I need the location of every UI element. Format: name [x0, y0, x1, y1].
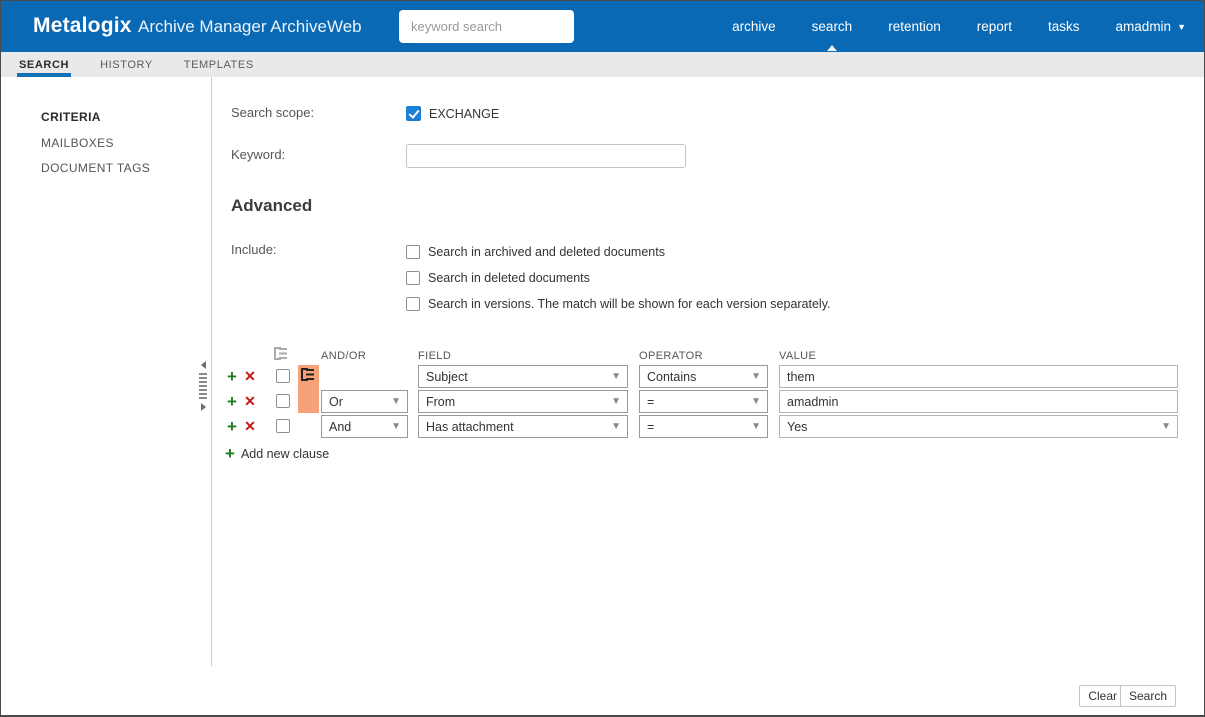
sidebar-item-criteria[interactable]: CRITERIA	[41, 110, 101, 124]
value-input[interactable]	[779, 365, 1178, 388]
chevron-down-icon: ▼	[611, 396, 621, 407]
expand-right-icon	[201, 403, 206, 411]
delete-clause-row-button[interactable]: ✕	[242, 390, 258, 413]
delete-clause-row-button[interactable]: ✕	[242, 415, 258, 438]
chevron-down-icon: ▼	[391, 421, 401, 432]
nav-search[interactable]: search	[812, 1, 852, 52]
nav-user-menu[interactable]: amadmin ▼	[1116, 1, 1186, 52]
operator-select-value: =	[647, 394, 655, 409]
search-scope-label: Search scope:	[231, 105, 315, 120]
include-option-archived-deleted: Search in archived and deleted documents	[406, 245, 665, 259]
andor-select[interactable]: And ▼	[321, 415, 408, 438]
chevron-down-icon: ▼	[391, 396, 401, 407]
tab-search[interactable]: SEARCH	[16, 52, 72, 77]
advanced-title: Advanced	[231, 196, 313, 215]
brand-logo: Metalogix	[33, 14, 132, 37]
search-button[interactable]: Search	[1119, 685, 1176, 707]
keyword-search-input[interactable]	[399, 10, 574, 43]
clear-button[interactable]: Clear	[1079, 685, 1126, 707]
operator-select[interactable]: = ▼	[639, 390, 768, 413]
nav-archive[interactable]: archive	[732, 1, 776, 52]
include-versions-label: Search in versions. The match will be sh…	[428, 297, 831, 311]
include-versions-checkbox[interactable]	[406, 297, 420, 311]
chevron-down-icon: ▼	[751, 396, 761, 407]
chevron-down-icon: ▼	[751, 371, 761, 382]
nav-retention[interactable]: retention	[888, 1, 941, 52]
operator-select[interactable]: = ▼	[639, 415, 768, 438]
exchange-checkbox[interactable]	[406, 106, 421, 121]
andor-select[interactable]: Or ▼	[321, 390, 408, 413]
app-title: Archive Manager ArchiveWeb	[138, 17, 362, 36]
keyword-label: Keyword:	[231, 147, 286, 162]
include-archived-deleted-checkbox[interactable]	[406, 245, 420, 259]
andor-select-value: Or	[329, 394, 343, 409]
include-archived-deleted-label: Search in archived and deleted documents	[428, 245, 665, 259]
andor-select-value: And	[329, 419, 352, 434]
keyword-criteria-input[interactable]	[406, 144, 686, 168]
chevron-down-icon: ▼	[1177, 21, 1186, 32]
add-clause-row-button[interactable]: +	[224, 365, 240, 388]
operator-select-value: Contains	[647, 369, 697, 384]
plus-icon: +	[225, 444, 235, 463]
group-icon	[301, 368, 314, 381]
field-select-value: Has attachment	[426, 419, 514, 434]
exchange-label: EXCHANGE	[429, 106, 500, 121]
add-clause-row-button[interactable]: +	[224, 390, 240, 413]
field-column-header: FIELD	[418, 350, 452, 362]
archiveweb-page: Metalogix Archive Manager ArchiveWeb arc…	[0, 0, 1205, 717]
nav-tasks[interactable]: tasks	[1048, 1, 1080, 52]
value-column-header: VALUE	[779, 350, 817, 362]
operator-column-header: OPERATOR	[639, 350, 703, 362]
clause-row-checkbox[interactable]	[276, 369, 290, 383]
value-select[interactable]: Yes ▼	[779, 415, 1178, 438]
chevron-down-icon: ▼	[1161, 421, 1171, 432]
field-select-value: Subject	[426, 369, 468, 384]
group-header-icon	[274, 347, 287, 360]
add-new-clause-link[interactable]: + Add new clause	[225, 444, 329, 464]
clause-row-checkbox[interactable]	[276, 394, 290, 408]
include-deleted-label: Search in deleted documents	[428, 271, 590, 285]
operator-select[interactable]: Contains ▼	[639, 365, 768, 388]
field-select-value: From	[426, 394, 456, 409]
nav-report[interactable]: report	[977, 1, 1012, 52]
field-select[interactable]: Subject ▼	[418, 365, 628, 388]
chevron-down-icon: ▼	[611, 371, 621, 382]
app-header: Metalogix Archive Manager ArchiveWeb arc…	[1, 1, 1204, 52]
sidebar-item-document-tags[interactable]: DOCUMENT TAGS	[41, 161, 150, 175]
include-option-versions: Search in versions. The match will be sh…	[406, 297, 831, 311]
operator-select-value: =	[647, 419, 655, 434]
add-clause-row-button[interactable]: +	[224, 415, 240, 438]
chevron-down-icon: ▼	[751, 421, 761, 432]
field-select[interactable]: Has attachment ▼	[418, 415, 628, 438]
tab-templates[interactable]: TEMPLATES	[184, 52, 254, 77]
collapse-left-icon	[201, 361, 206, 369]
clause-group-indicator[interactable]	[298, 365, 319, 413]
sidebar-divider	[211, 77, 212, 666]
include-label: Include:	[231, 242, 277, 257]
sidebar-item-mailboxes[interactable]: MAILBOXES	[41, 136, 114, 150]
include-option-deleted: Search in deleted documents	[406, 271, 590, 285]
tab-history[interactable]: HISTORY	[100, 52, 153, 77]
section-tabbar: SEARCH HISTORY TEMPLATES	[1, 52, 1204, 77]
include-deleted-checkbox[interactable]	[406, 271, 420, 285]
value-input[interactable]	[779, 390, 1178, 413]
clause-row-checkbox[interactable]	[276, 419, 290, 433]
andor-column-header: AND/OR	[321, 350, 367, 362]
splitter-grip-icon	[199, 373, 207, 399]
delete-clause-row-button[interactable]: ✕	[242, 365, 258, 388]
top-navigation: archive search retention report tasks am…	[732, 1, 1186, 52]
user-menu-label: amadmin	[1115, 19, 1172, 34]
scope-exchange-option: EXCHANGE	[406, 106, 499, 121]
panel-splitter[interactable]	[198, 359, 208, 415]
value-select-value: Yes	[787, 419, 808, 434]
chevron-down-icon: ▼	[611, 421, 621, 432]
field-select[interactable]: From ▼	[418, 390, 628, 413]
add-new-clause-label: Add new clause	[240, 447, 330, 461]
